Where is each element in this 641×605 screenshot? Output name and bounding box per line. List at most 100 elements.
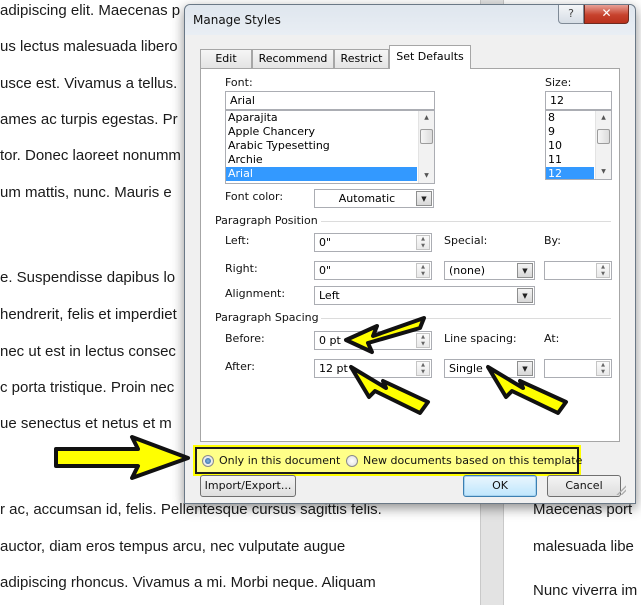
scroll-up-icon[interactable]: ▲ xyxy=(596,112,611,124)
line-spacing-dropdown[interactable]: Single ▼ xyxy=(444,359,535,378)
spin-down-icon: ▼ xyxy=(601,271,605,277)
tab-edit[interactable]: Edit xyxy=(200,49,252,68)
spin-down-icon: ▼ xyxy=(421,369,425,375)
font-list[interactable]: Aparajita Apple Chancery Arabic Typesett… xyxy=(225,110,435,184)
tab-set-defaults[interactable]: Set Defaults xyxy=(389,45,471,69)
scroll-thumb[interactable] xyxy=(597,129,610,144)
spin-down-icon: ▼ xyxy=(421,271,425,277)
spacing-after-label: After: xyxy=(225,360,255,373)
spin-down-icon: ▼ xyxy=(601,369,605,375)
cancel-button[interactable]: Cancel xyxy=(547,475,621,497)
paragraph-spacing-heading: Paragraph Spacing xyxy=(215,311,319,324)
document-line: c porta tristique. Proin nec xyxy=(0,379,175,396)
scroll-up-icon[interactable]: ▲ xyxy=(419,112,434,124)
close-button[interactable]: ✕ xyxy=(584,5,629,24)
at-input[interactable]: ▲ ▼ xyxy=(544,359,612,378)
section-divider xyxy=(321,221,611,222)
spin-up-icon: ▲ xyxy=(421,362,425,368)
spacing-after-value: 12 pt xyxy=(319,362,348,375)
font-option[interactable]: Arabic Typesetting xyxy=(226,139,434,153)
font-option[interactable]: Apple Chancery xyxy=(226,125,434,139)
document-line: adipiscing elit. Maecenas p xyxy=(0,2,181,19)
resize-grip-icon[interactable] xyxy=(616,485,626,495)
font-color-value: Automatic xyxy=(338,192,396,205)
alignment-dropdown[interactable]: Left ▼ xyxy=(314,286,535,305)
font-option-selected[interactable]: Arial xyxy=(226,167,417,181)
font-option[interactable]: Archie xyxy=(226,153,434,167)
dialog-client: Edit Recommend Restrict Set Defaults Fon… xyxy=(192,35,628,497)
document-line: malesuada libe xyxy=(533,538,634,555)
help-icon: ? xyxy=(568,7,574,20)
tab-recommend[interactable]: Recommend xyxy=(252,49,334,68)
paragraph-position-heading: Paragraph Position xyxy=(215,214,318,227)
spin-down-icon: ▼ xyxy=(421,341,425,347)
ok-button[interactable]: OK xyxy=(463,475,537,497)
right-indent-value: 0" xyxy=(319,264,332,277)
left-indent-label: Left: xyxy=(225,234,250,247)
at-label: At: xyxy=(544,332,560,345)
spin-up-icon: ▲ xyxy=(601,362,605,368)
at-spinner[interactable]: ▲ ▼ xyxy=(596,361,610,376)
document-line: auctor, diam eros tempus arcu, nec vulpu… xyxy=(0,538,346,555)
only-this-document-radio[interactable] xyxy=(202,455,214,467)
font-input[interactable]: Arial xyxy=(225,91,435,110)
left-indent-value: 0" xyxy=(319,236,332,249)
spin-up-icon: ▲ xyxy=(421,236,425,242)
document-line: us lectus malesuada libero xyxy=(0,38,178,55)
spacing-after-input[interactable]: 12 pt ▲ ▼ xyxy=(314,359,432,378)
help-button[interactable]: ? xyxy=(558,5,584,24)
size-list[interactable]: 8 9 10 11 12 ▲ ▼ xyxy=(545,110,612,180)
size-option-selected[interactable]: 12 xyxy=(546,167,594,179)
spacing-before-input[interactable]: 0 pt ▲ ▼ xyxy=(314,331,432,350)
size-input[interactable]: 12 xyxy=(545,91,612,110)
by-spinner[interactable]: ▲ ▼ xyxy=(596,263,610,278)
new-documents-template-radio[interactable] xyxy=(346,455,358,467)
document-line: tor. Donec laoreet nonumm xyxy=(0,147,181,164)
section-divider xyxy=(321,318,611,319)
spin-up-icon: ▲ xyxy=(421,334,425,340)
font-option[interactable]: Aparajita xyxy=(226,111,434,125)
left-indent-input[interactable]: 0" ▲ ▼ xyxy=(314,233,432,252)
scroll-down-icon[interactable]: ▼ xyxy=(419,170,434,182)
special-value: (none) xyxy=(449,264,486,277)
only-this-document-label[interactable]: Only in this document xyxy=(219,454,340,467)
document-line: um mattis, nunc. Mauris e xyxy=(0,184,172,201)
chevron-down-icon[interactable]: ▼ xyxy=(517,263,533,278)
title-bar[interactable]: Manage Styles ? ✕ xyxy=(185,5,635,33)
size-label: Size: xyxy=(545,76,572,89)
document-line: ames ac turpis egestas. Pr xyxy=(0,111,178,128)
new-documents-template-label[interactable]: New documents based on this template xyxy=(363,454,582,467)
spacing-before-value: 0 pt xyxy=(319,334,341,347)
line-spacing-value: Single xyxy=(449,362,483,375)
document-line: adipiscing rhoncus. Vivamus a mi. Morbi … xyxy=(0,574,376,591)
line-spacing-label: Line spacing: xyxy=(444,332,517,345)
spin-down-icon: ▼ xyxy=(421,243,425,249)
right-indent-input[interactable]: 0" ▲ ▼ xyxy=(314,261,432,280)
right-indent-spinner[interactable]: ▲ ▼ xyxy=(416,263,430,278)
spacing-before-label: Before: xyxy=(225,332,265,345)
document-line: Nunc viverra im xyxy=(533,582,638,599)
scroll-thumb[interactable] xyxy=(420,129,433,144)
spacing-after-spinner[interactable]: ▲ ▼ xyxy=(416,361,430,376)
chevron-down-icon[interactable]: ▼ xyxy=(416,191,432,206)
spacing-before-spinner[interactable]: ▲ ▼ xyxy=(416,333,430,348)
document-line: ue senectus et netus et m xyxy=(0,415,172,432)
document-line: usce est. Vivamus a tellus. xyxy=(0,75,178,92)
font-color-dropdown[interactable]: Automatic ▼ xyxy=(314,189,434,208)
chevron-down-icon[interactable]: ▼ xyxy=(517,288,533,303)
scroll-down-icon[interactable]: ▼ xyxy=(596,166,611,178)
tab-restrict[interactable]: Restrict xyxy=(334,49,389,68)
size-list-scrollbar[interactable]: ▲ ▼ xyxy=(595,111,611,179)
scope-radio-group: Only in this document New documents base… xyxy=(193,445,582,476)
alignment-value: Left xyxy=(319,289,340,302)
font-label: Font: xyxy=(225,76,253,89)
chevron-down-icon[interactable]: ▼ xyxy=(517,361,533,376)
import-export-button[interactable]: Import/Export... xyxy=(200,475,296,497)
spin-up-icon: ▲ xyxy=(601,264,605,270)
by-input[interactable]: ▲ ▼ xyxy=(544,261,612,280)
left-indent-spinner[interactable]: ▲ ▼ xyxy=(416,235,430,250)
dialog-title: Manage Styles xyxy=(193,13,281,27)
by-label: By: xyxy=(544,234,561,247)
special-dropdown[interactable]: (none) ▼ xyxy=(444,261,535,280)
font-list-scrollbar[interactable]: ▲ ▼ xyxy=(418,111,434,183)
